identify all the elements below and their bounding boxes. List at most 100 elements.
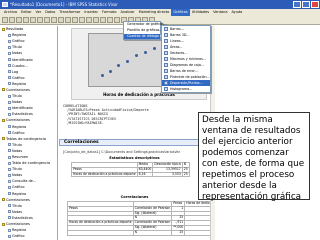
navigator-node-icon [8, 58, 11, 62]
menu-item[interactable]: Analizar [118, 9, 136, 16]
toolbar-button-icon[interactable] [93, 17, 99, 23]
navigator-item-label: Cuadro... [12, 63, 28, 68]
menu-item[interactable]: Ventana [211, 9, 229, 16]
navigator-item-label: Consulta de... [12, 179, 37, 184]
navigator-item-label: Tablas de contingencia [6, 136, 46, 141]
navigator-node-icon [8, 234, 11, 238]
navigator-item-label: Registro [12, 191, 27, 196]
navigator-node-icon [8, 179, 11, 183]
menu-item[interactable]: Ayuda [230, 9, 245, 16]
navigator-node-icon [8, 167, 11, 171]
scatter-point [135, 54, 138, 57]
toolbar-button-icon[interactable] [51, 17, 57, 23]
table-cell: Horas de dedicación a prácticas deporte [67, 220, 134, 226]
navigator-node-icon [8, 216, 11, 220]
chart-type-icon [164, 27, 168, 31]
menu-item[interactable]: Utilidades [190, 9, 211, 16]
menu-item[interactable]: Ver [33, 9, 43, 16]
navigator-node-icon [8, 143, 11, 147]
output-navigator: Resultado Registro Gráfico Título Notas Ident… [0, 26, 58, 240]
toolbar-button-icon[interactable] [114, 17, 120, 23]
graficos-menu-item[interactable]: Cuadros de diálogo antiguos [124, 33, 174, 40]
navigator-node-icon [8, 82, 11, 86]
toolbar-button-icon[interactable] [100, 17, 106, 23]
submenu-item[interactable]: Histograma... [162, 86, 210, 92]
chart-type-icon [164, 45, 168, 49]
navigator-item-label: Registro [12, 81, 27, 86]
table-cell: 25 [181, 171, 190, 178]
descriptivos-table[interactable]: Media Desviación típica N Pesos 63,4400 13,39… [71, 162, 190, 178]
toolbar-button-icon[interactable] [37, 17, 43, 23]
navigator-item-label: Estadísticos [12, 215, 33, 220]
navigator-node-icon [8, 228, 11, 232]
navigator-item-label: Gráfico [12, 39, 25, 44]
graficos-menu-item[interactable]: Generador de gráficos... [124, 22, 167, 28]
chart-type-icon [164, 87, 168, 91]
table-cell: 3,553 [152, 171, 183, 178]
toolbar-button-icon[interactable] [44, 17, 50, 23]
menu-item[interactable]: Formato [100, 9, 118, 16]
toolbar-button-icon[interactable] [65, 17, 71, 23]
toolbar-button-icon[interactable] [2, 17, 8, 23]
navigator-node-icon [2, 137, 5, 141]
chart-type-icon [164, 51, 168, 55]
navigator-node-icon [8, 185, 11, 189]
scatter-point [117, 64, 120, 67]
navigator-node-icon [8, 149, 11, 153]
chart-type-icon [164, 75, 168, 79]
annotation-callout: Desde la misma ventana de resultados del… [198, 112, 310, 202]
navigator-node-icon [8, 161, 11, 165]
graficos-menu-item[interactable]: Plantilla de gráficos... [124, 28, 163, 34]
close-button[interactable] [311, 1, 319, 8]
toolbar-button-icon[interactable] [107, 17, 113, 23]
scatter-point [101, 74, 104, 77]
navigator-item-label: Estadísticos [12, 112, 33, 117]
navigator-node-icon [2, 222, 5, 226]
navigator-node-icon [8, 131, 11, 135]
menu-item[interactable]: Insertar [82, 9, 100, 16]
scatter-point [144, 51, 147, 54]
navigator-node-icon [8, 70, 11, 74]
window-title: *Resultado1 [Documento1] - IBM SPSS Stat… [10, 2, 118, 7]
navigator-node-icon [2, 198, 5, 202]
toolbar-button-icon[interactable] [72, 17, 78, 23]
scatter-point [126, 60, 129, 63]
table-cell: 25 [171, 229, 186, 236]
navigator-item-label: Correlaciones [6, 222, 30, 227]
navigator-node-icon [8, 210, 11, 214]
navigator-item-label: Gráfico [12, 234, 25, 239]
maximize-button[interactable] [302, 1, 310, 8]
navigator-node-icon [2, 118, 5, 122]
scatter-point [153, 47, 156, 50]
navigator-item-label: Gráfico [12, 130, 25, 135]
menu-item[interactable]: Archivo [2, 9, 19, 16]
toolbar-button-icon[interactable] [23, 17, 29, 23]
menu-item[interactable]: Marketing directo [137, 9, 172, 16]
toolbar-button-icon[interactable] [58, 17, 64, 23]
navigator-item[interactable]: Gráfico [0, 233, 57, 239]
toolbar-button-icon[interactable] [16, 17, 22, 23]
toolbar-button-icon[interactable] [9, 17, 15, 23]
menu-item[interactable]: Transformar [57, 9, 82, 16]
correlaciones-header[interactable]: Correlaciones [59, 139, 210, 146]
menu-item[interactable]: Editar [19, 9, 33, 16]
navigator-item-label: Resultado [6, 27, 24, 32]
menu-item[interactable]: Gráficos [171, 9, 190, 16]
descriptivos-title: Estadísticos descriptivos [109, 156, 160, 160]
minimize-button[interactable] [293, 1, 301, 8]
correlaciones-table[interactable]: PesosHoras de dedicación a prácticas dep… [67, 201, 210, 236]
toolbar-button-icon[interactable] [86, 17, 92, 23]
table-cell: 6,16 [136, 171, 154, 178]
navigator-item-label: Log [12, 69, 19, 74]
navigator-item-label: Correlaciones [6, 197, 30, 202]
navigator-node-icon [8, 106, 11, 110]
toolbar-button-icon[interactable] [30, 17, 36, 23]
table-row: N2525 [67, 229, 210, 236]
navigator-node-icon [8, 125, 11, 129]
chart-type-icon [164, 39, 168, 43]
navigator-node-icon [8, 76, 11, 80]
table-cell [67, 229, 134, 236]
navigator-item-label: Identificado [12, 57, 33, 62]
toolbar-button-icon[interactable] [79, 17, 85, 23]
menu-item[interactable]: Datos [43, 9, 57, 16]
